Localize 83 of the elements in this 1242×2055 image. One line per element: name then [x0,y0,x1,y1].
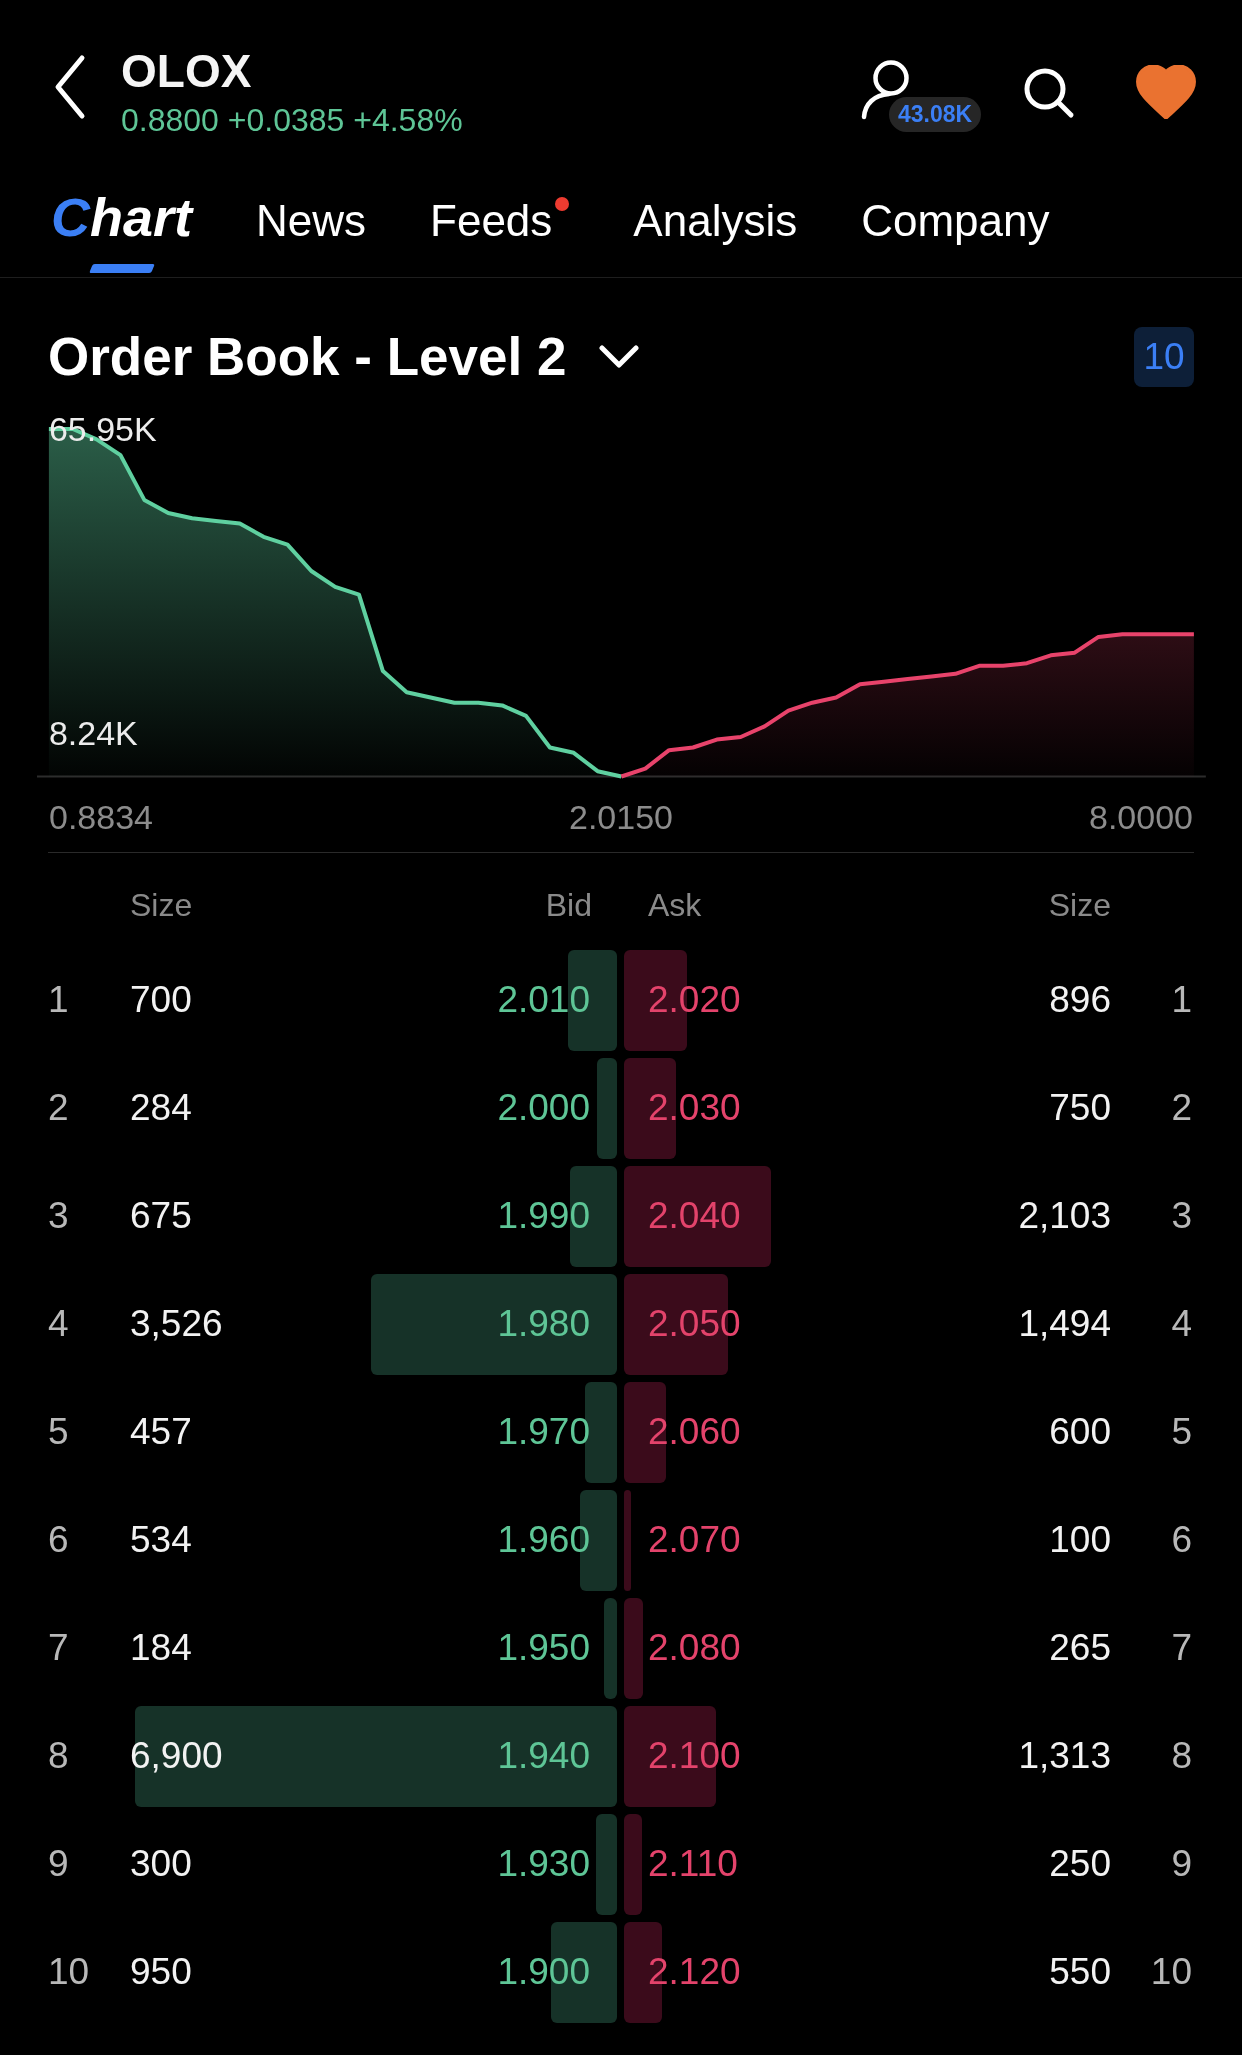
bid-size: 300 [130,1841,192,1886]
x-axis-label: 8.0000 [1089,797,1193,837]
ask-size: 550 [1049,1949,1111,1994]
column-header: Bid [545,886,592,925]
active-tab-indicator [88,263,155,273]
ask-price: 2.050 [648,1301,741,1346]
tab[interactable]: Chart [51,185,192,273]
bid-price: 1.900 [497,1949,590,1994]
rank-number: 4 [1170,1301,1192,1346]
ask-price: 2.020 [648,977,741,1022]
rank-number: 10 [1149,1949,1192,1994]
rank-number: 6 [48,1517,70,1562]
chevron-down-icon [599,344,640,369]
depth-count-button[interactable]: 10 [1134,326,1194,387]
ask-price: 2.120 [648,1949,741,1994]
tab[interactable]: Feeds [430,195,570,248]
bid-price: 2.000 [497,1085,590,1130]
bid-size: 6,900 [130,1733,223,1778]
y-axis-label: 65.95K [49,410,157,448]
rank-number: 2 [1170,1085,1192,1130]
ask-size: 750 [1049,1085,1111,1130]
bid-price: 1.950 [497,1625,590,1670]
column-header: Ask [648,886,702,925]
rank-number: 1 [1170,977,1192,1022]
bid-size: 950 [130,1949,192,1994]
rank-number: 8 [48,1733,70,1778]
ask-price: 2.070 [648,1517,741,1562]
bid-price: 1.960 [497,1517,590,1562]
rank-number: 10 [48,1949,91,1994]
ask-size: 250 [1049,1841,1111,1886]
rank-number: 3 [1170,1193,1192,1238]
count-badge: 43.08K [889,97,982,132]
tab[interactable]: Analysis [633,195,798,248]
back-icon[interactable] [54,54,86,120]
bid-price: 1.970 [497,1409,590,1454]
ask-price: 2.110 [648,1841,738,1886]
ask-price: 2.030 [648,1085,741,1130]
column-header: Size [1048,886,1111,925]
x-axis-label: 0.8834 [49,797,153,837]
ask-size: 896 [1049,977,1111,1022]
rank-number: 6 [1170,1517,1192,1562]
ask-price: 2.040 [648,1193,741,1238]
bid-size: 184 [130,1625,192,1670]
heart-icon[interactable] [1136,65,1196,119]
rank-number: 4 [48,1301,70,1346]
ask-size: 1,313 [1018,1733,1111,1778]
ask-size: 1,494 [1018,1301,1111,1346]
bid-price: 2.010 [497,977,590,1022]
ask-size: 2,103 [1018,1193,1111,1238]
ask-price: 2.080 [648,1625,741,1670]
bid-size: 675 [130,1193,192,1238]
bid-price: 1.940 [497,1733,590,1778]
ask-size: 600 [1049,1409,1111,1454]
stock-symbol: OLOX [121,45,253,98]
bid-size: 3,526 [130,1301,223,1346]
bid-price: 1.930 [497,1841,590,1886]
rank-number: 8 [1170,1733,1192,1778]
bid-price: 1.990 [497,1193,590,1238]
ask-price: 2.060 [648,1409,741,1454]
price-change: 0.8800 +0.0385 +4.58% [121,101,463,139]
ask-size: 100 [1049,1517,1111,1562]
x-axis-label: 2.0150 [569,797,673,837]
rank-number: 9 [48,1841,70,1886]
tab[interactable]: Company [861,195,1050,248]
column-header: Size [130,886,193,925]
bid-price: 1.980 [497,1301,590,1346]
rank-number: 5 [48,1409,70,1454]
tab[interactable]: News [256,195,367,248]
rank-number: 7 [1170,1625,1192,1670]
rank-number: 3 [48,1193,70,1238]
bid-size: 700 [130,977,192,1022]
rank-number: 5 [1170,1409,1192,1454]
y-axis-label: 8.24K [49,714,138,753]
bid-size: 457 [130,1409,192,1454]
ask-size: 265 [1049,1625,1111,1670]
rank-number: 7 [48,1625,70,1670]
ask-price: 2.100 [648,1733,741,1778]
rank-number: 2 [48,1085,70,1130]
rank-number: 9 [1170,1841,1192,1886]
order-book-dropdown[interactable]: Order Book - Level 2 [48,324,640,389]
rank-number: 1 [48,977,70,1022]
bid-size: 534 [130,1517,192,1562]
bid-size: 284 [130,1085,192,1130]
